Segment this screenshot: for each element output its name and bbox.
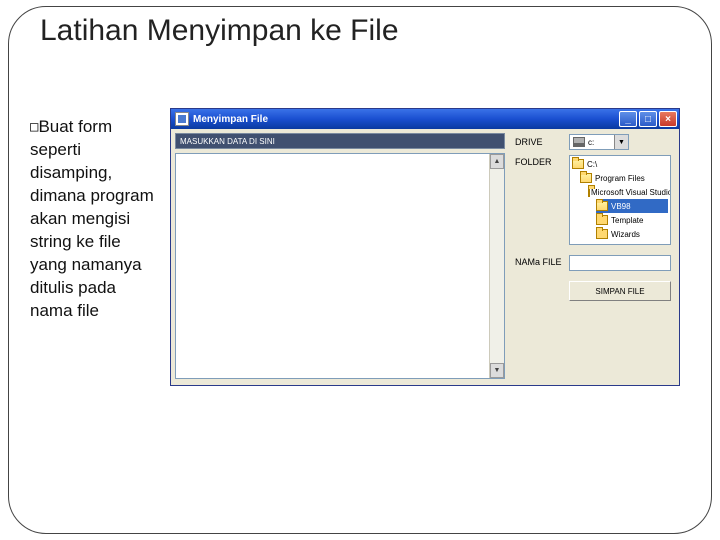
client-area: MASUKKAN DATA DI SINI ▲ ▼ DRIVE FOLDER N… <box>171 129 679 385</box>
nama-file-input[interactable] <box>569 255 671 271</box>
folder-tree-item[interactable]: C:\ <box>572 157 668 171</box>
folder-tree-label: C:\ <box>587 160 597 169</box>
folder-tree[interactable]: C:\ Program Files Microsoft Visual Studio V… <box>569 155 671 245</box>
app-icon <box>175 112 189 126</box>
folder-tree-item[interactable]: Microsoft Visual Studio <box>588 185 668 199</box>
folder-tree-item[interactable]: Wizards <box>596 227 668 241</box>
scroll-down-icon[interactable]: ▼ <box>490 363 504 378</box>
minimize-button[interactable]: _ <box>619 111 637 127</box>
folder-icon <box>596 201 608 211</box>
folder-label: FOLDER <box>515 157 552 167</box>
folder-icon <box>580 173 592 183</box>
folder-icon <box>596 215 608 225</box>
maximize-button[interactable]: □ <box>639 111 657 127</box>
drive-label: DRIVE <box>515 137 543 147</box>
slide-bullet: □Buat form seperti disamping, dimana pro… <box>30 116 160 322</box>
drive-value: c: <box>588 138 594 147</box>
folder-tree-label: VB98 <box>611 202 631 211</box>
close-button[interactable]: × <box>659 111 677 127</box>
app-window: Menyimpan File _ □ × MASUKKAN DATA DI SI… <box>170 108 680 386</box>
window-title: Menyimpan File <box>193 114 268 125</box>
save-button[interactable]: SIMPAN FILE <box>569 281 671 301</box>
textarea-scrollbar[interactable]: ▲ ▼ <box>489 154 504 378</box>
folder-tree-label: Microsoft Visual Studio <box>591 188 671 197</box>
folder-tree-label: Template <box>611 216 643 225</box>
folder-tree-item[interactable]: Program Files <box>580 171 668 185</box>
folder-icon <box>596 229 608 239</box>
slide-title: Latihan Menyimpan ke File <box>40 14 399 48</box>
folder-icon <box>572 159 584 169</box>
data-input[interactable]: MASUKKAN DATA DI SINI <box>175 133 505 149</box>
folder-tree-item[interactable]: Template <box>596 213 668 227</box>
titlebar[interactable]: Menyimpan File _ □ × <box>171 109 679 129</box>
data-textarea[interactable]: ▲ ▼ <box>175 153 505 379</box>
folder-tree-label: Program Files <box>595 174 645 183</box>
nama-file-label: NAMa FILE <box>515 257 562 267</box>
disk-icon <box>573 137 585 147</box>
drive-combo[interactable]: c: ▼ <box>569 134 629 150</box>
folder-tree-label: Wizards <box>611 230 640 239</box>
folder-tree-item[interactable]: VB98 <box>596 199 668 213</box>
chevron-down-icon[interactable]: ▼ <box>614 135 628 149</box>
scroll-up-icon[interactable]: ▲ <box>490 154 504 169</box>
